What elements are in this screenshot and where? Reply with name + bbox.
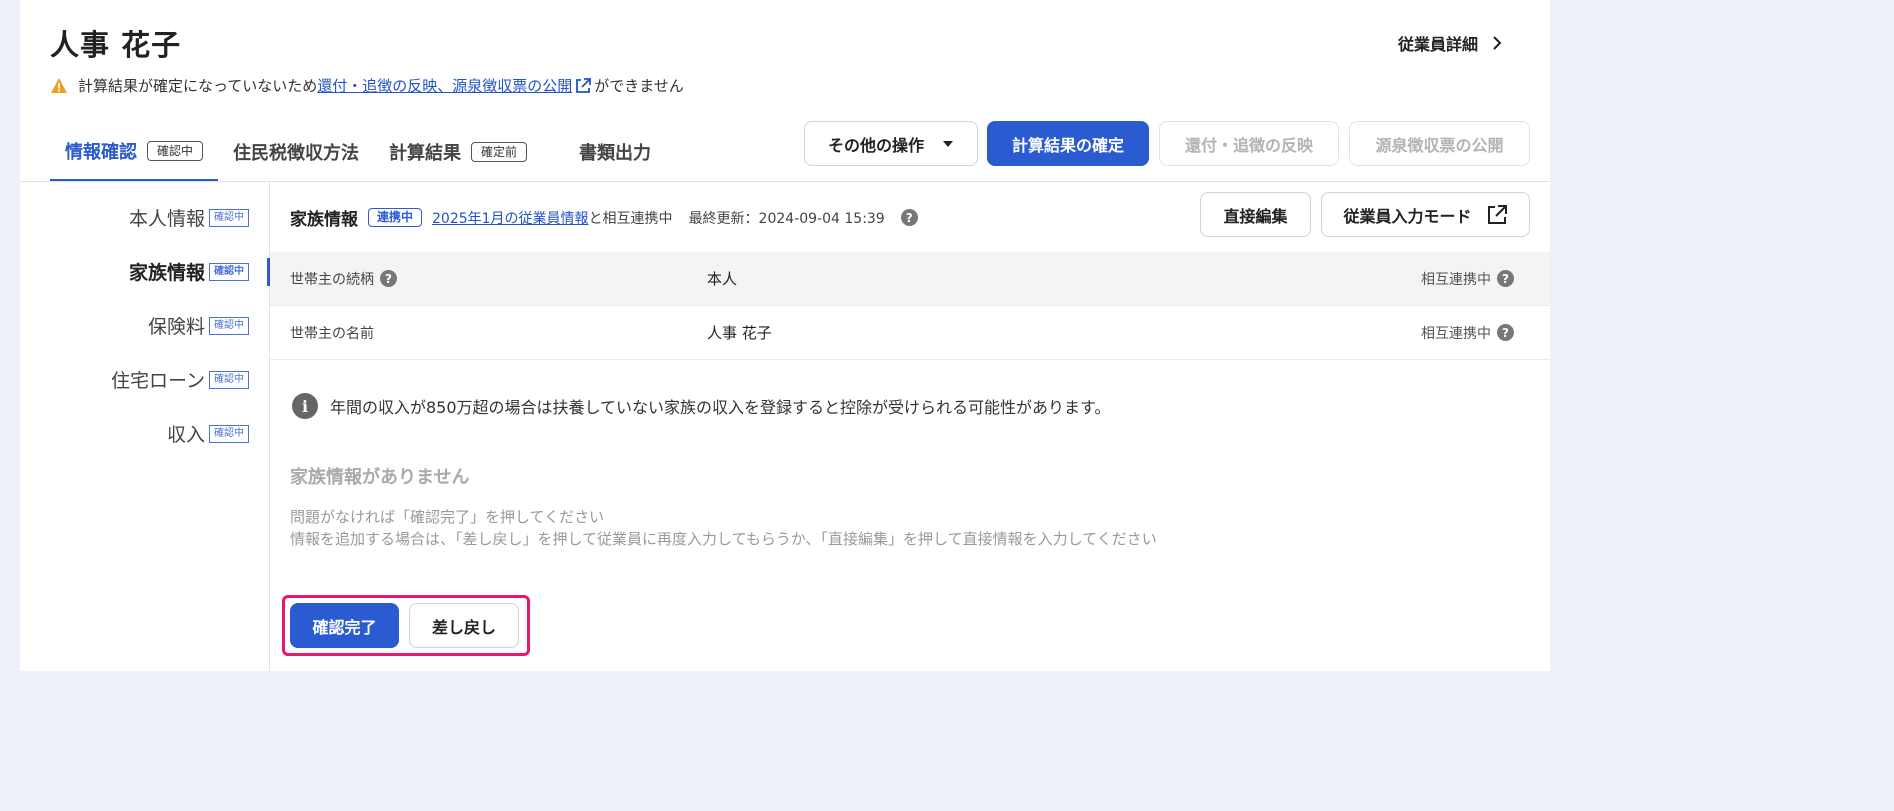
status-badge: 確認中 (209, 208, 249, 227)
help-line: 情報を追加する場合は、「差し戻し」を押して従業員に再度入力してもらうか、「直接編… (290, 530, 1157, 548)
tab-resident-tax[interactable]: 住民税徴収方法 (218, 130, 374, 182)
tab-label: 住民税徴収方法 (233, 143, 360, 164)
sidebar-item-label: 住宅ローン (110, 370, 205, 392)
table-row: 世帯主の名前 人事 花子 相互連携中? (270, 306, 1550, 360)
info-icon: i (292, 393, 318, 419)
help-icon[interactable]: ? (380, 270, 397, 287)
last-updated: 最終更新：2024-09-04 15:39 (688, 210, 885, 227)
other-actions-label: その他の操作 (827, 135, 924, 155)
status-badge: 確認中 (209, 262, 249, 281)
row-label: 世帯主の続柄? (290, 269, 397, 289)
sidebar-item-family[interactable]: 家族情報 確認中 (129, 258, 249, 285)
sidebar-item-income[interactable]: 収入 確認中 (167, 420, 249, 447)
tab-calc-result[interactable]: 計算結果 確定前 (374, 130, 542, 182)
info-message: 年間の収入が850万超の場合は扶養していない家族の収入を登録すると控除が受けられ… (330, 398, 1111, 417)
confirm-complete-button[interactable]: 確認完了 (290, 603, 399, 648)
row-status: 相互連携中? (1421, 269, 1514, 289)
empty-state-title: 家族情報がありません (290, 467, 470, 488)
status-badge: 確認中 (209, 370, 249, 389)
help-icon[interactable]: ? (1497, 324, 1514, 341)
linked-employee-info-link[interactable]: 2025年1月の従業員情報 (432, 208, 589, 228)
sidebar: 本人情報 確認中 家族情報 確認中 保険料 確認中 住宅ローン 確認中 収入 確… (20, 182, 271, 671)
tab-label: 計算結果 (389, 143, 462, 164)
tab-info-check[interactable]: 情報確認 確認中 (50, 130, 219, 182)
warning-icon (51, 77, 67, 93)
sidebar-item-mortgage[interactable]: 住宅ローン 確認中 (111, 366, 249, 393)
chevron-right-icon (1493, 36, 1502, 50)
help-icon[interactable]: ? (1497, 270, 1514, 287)
info-notice: i 年間の収入が850万超の場合は扶養していない家族の収入を登録すると控除が受け… (292, 393, 1110, 419)
section-title: 家族情報 (290, 210, 358, 230)
warning-suffix: ができません (594, 77, 684, 95)
sidebar-item-personal[interactable]: 本人情報 確認中 (129, 204, 249, 231)
apply-refund-button[interactable]: 還付・追徴の反映 (1159, 121, 1339, 166)
sidebar-item-insurance[interactable]: 保険料 確認中 (148, 312, 249, 339)
status-badge: 確定前 (471, 142, 528, 162)
row-label-text: 世帯主の続柄 (290, 271, 374, 288)
main-card: 人事 花子 従業員詳細 計算結果が確定になっていないため 還付・追徴の反映、源泉… (20, 0, 1550, 671)
caret-down-icon (943, 140, 953, 147)
row-label-text: 世帯主の名前 (290, 325, 374, 342)
status-badge: 確認中 (209, 424, 249, 443)
employee-detail-label: 従業員詳細 (1397, 35, 1478, 54)
section-header: 家族情報 連携中 2025年1月の従業員情報 と相互連携中 最終更新：2024-… (290, 205, 918, 230)
tab-documents[interactable]: 書類出力 (564, 130, 666, 182)
tab-label: 書類出力 (579, 143, 652, 164)
table-row: 世帯主の続柄? 本人 相互連携中? (270, 252, 1550, 306)
row-value: 人事 花子 (707, 324, 772, 342)
help-icon[interactable]: ? (900, 209, 918, 226)
warning-banner: 計算結果が確定になっていないため 還付・追徴の反映、源泉徴収票の公開 ができませ… (50, 75, 684, 96)
tab-label: 情報確認 (65, 141, 137, 163)
direct-edit-button[interactable]: 直接編集 (1200, 192, 1311, 237)
external-link-icon[interactable] (574, 77, 592, 95)
warning-prefix: 計算結果が確定になっていないため (78, 77, 318, 95)
status-badge: 確認中 (209, 316, 249, 335)
confirm-calc-button[interactable]: 計算結果の確定 (987, 121, 1149, 166)
row-status: 相互連携中? (1421, 323, 1514, 343)
row-label: 世帯主の名前 (290, 323, 374, 343)
warning-link[interactable]: 還付・追徴の反映、源泉徴収票の公開 (317, 75, 572, 96)
sidebar-item-label: 収入 (166, 424, 205, 446)
link-status-badge: 連携中 (368, 208, 423, 227)
row-status-text: 相互連携中 (1421, 271, 1491, 288)
employee-name: 人事 花子 (50, 28, 182, 62)
row-value: 本人 (707, 270, 738, 288)
employee-detail-link[interactable]: 従業員詳細 (1398, 31, 1502, 55)
publish-slip-button[interactable]: 源泉徴収票の公開 (1349, 121, 1530, 166)
send-back-button[interactable]: 差し戻し (409, 603, 519, 648)
other-actions-dropdown[interactable]: その他の操作 (804, 121, 978, 166)
row-status-text: 相互連携中 (1421, 325, 1491, 342)
sidebar-item-label: 本人情報 (128, 208, 205, 230)
link-suffix: と相互連携中 (588, 210, 673, 227)
input-mode-label: 従業員入力モード (1343, 206, 1472, 226)
status-badge: 確認中 (147, 140, 204, 161)
employee-input-mode-button[interactable]: 従業員入力モード (1321, 192, 1530, 237)
tab-bar: 情報確認 確認中 住民税徴収方法 計算結果 確定前 書類出力 (50, 130, 666, 182)
help-line: 問題がなければ「確認完了」を押してください (290, 508, 605, 526)
sidebar-item-label: 保険料 (147, 316, 205, 338)
sidebar-item-label: 家族情報 (128, 262, 205, 284)
external-link-icon (1487, 204, 1507, 224)
empty-state-help: 問題がなければ「確認完了」を押してください 情報を追加する場合は、「差し戻し」を… (290, 506, 1157, 550)
